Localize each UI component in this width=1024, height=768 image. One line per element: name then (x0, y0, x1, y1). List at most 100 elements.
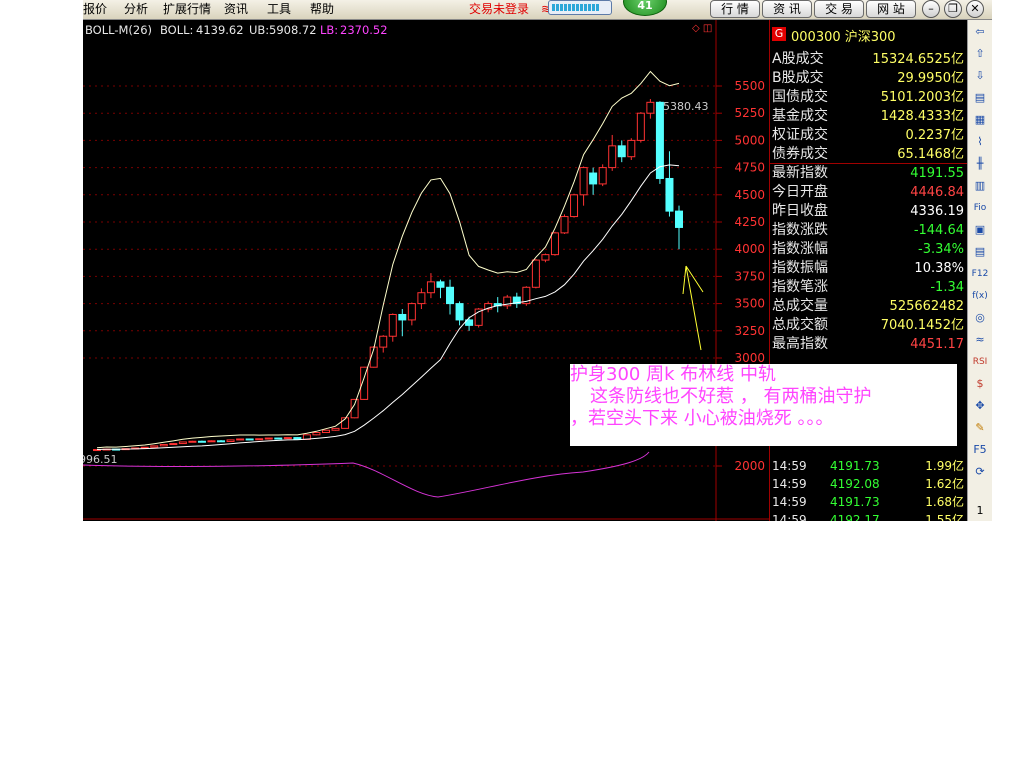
close-icon[interactable]: ✕ (966, 0, 984, 18)
quote-row-label: 总成交量 (772, 298, 828, 314)
nav-trade-button[interactable]: 交 易 (814, 0, 864, 18)
quote-row: 指数涨跌 -144.64 (772, 221, 964, 240)
up-arrow-icon[interactable]: ⇧ (971, 46, 989, 62)
market-badge: G (772, 27, 786, 41)
f5-icon[interactable]: F5 (971, 442, 989, 458)
candle-body (426, 281, 435, 294)
candle-body (236, 438, 245, 441)
back-arrow-icon[interactable]: ⇦ (971, 24, 989, 40)
grid-icon[interactable]: ▥ (971, 178, 989, 194)
candle-body (455, 303, 464, 321)
quote-row-label: 最高指数 (772, 336, 828, 352)
candle-body (617, 145, 626, 158)
toolbar-page-number: 1 (976, 504, 984, 517)
list-icon[interactable]: ▤ (971, 90, 989, 106)
price-tick-label: 2000 (734, 459, 765, 473)
quote-row: A股成交 15324.6525亿 (772, 50, 964, 69)
menu-quote[interactable]: 报价 (83, 1, 107, 17)
circle-icon[interactable]: ◎ (971, 310, 989, 326)
candle-body (541, 254, 550, 261)
tick-vol: 1.55亿 (925, 513, 964, 521)
quote-row: 国债成交 5101.2003亿 (772, 88, 964, 107)
fx-icon[interactable]: f(x) (971, 288, 989, 304)
tick-time: 14:59 (772, 477, 807, 491)
line-chart-icon[interactable]: ⌇ (971, 134, 989, 150)
move-icon[interactable]: ✥ (971, 398, 989, 414)
quote-row: 今日开盘 4446.84 (772, 183, 964, 202)
ub-label: UB: (249, 23, 270, 37)
quote-separator (769, 163, 967, 164)
rsi-icon[interactable]: RSI (971, 354, 989, 370)
tick-vol: 1.99亿 (925, 459, 964, 473)
ub-value: 5908.72 (269, 23, 317, 37)
tick-vol: 1.68亿 (925, 495, 964, 509)
quote-row-value: 525662482 (889, 299, 964, 314)
nav-quote-button[interactable]: 行 情 (710, 0, 760, 18)
f12-icon[interactable]: F12 (971, 266, 989, 282)
candle-icon[interactable]: ╫ (971, 156, 989, 172)
security-title[interactable]: 000300 沪深300 (791, 26, 896, 45)
quote-row: 总成交量 525662482 (772, 297, 964, 316)
quote-row-value: -144.64 (913, 223, 964, 238)
annotation-note: 护身300 周k 布林线 中轨 这条防线也不好惹 ， 有两桶油守护 ，若空头下来… (570, 364, 957, 446)
menu-analysis[interactable]: 分析 (124, 1, 148, 17)
candle-body (264, 437, 273, 440)
table-icon[interactable]: ▦ (971, 112, 989, 128)
trade-login-status[interactable]: 交易未登录 (469, 1, 529, 17)
note-line-1: 护身300 周k 布林线 中轨 (570, 364, 776, 385)
menu-bar: 报价 分析 扩展行情 资讯 工具 帮助 交易未登录 ≋ 41 行 情 资 讯 交… (83, 0, 992, 20)
quote-row-value: 10.38% (914, 261, 964, 276)
connection-progress (548, 0, 612, 15)
down-arrow-icon[interactable]: ⇩ (971, 68, 989, 84)
candle-body (446, 286, 455, 305)
pencil-icon[interactable]: ✎ (971, 420, 989, 436)
info-icon[interactable]: ▣ (971, 222, 989, 238)
quote-row-label: 指数涨跌 (772, 222, 828, 238)
menu-tools[interactable]: 工具 (267, 1, 291, 17)
restore-icon[interactable]: ❐ (944, 0, 962, 18)
menu-help[interactable]: 帮助 (310, 1, 334, 17)
note-icon[interactable]: ▤ (971, 244, 989, 260)
f10-icon[interactable]: Fio (971, 200, 989, 216)
indicator-name: BOLL-M(26) (85, 23, 153, 37)
candle-body (579, 167, 588, 196)
candle-body (646, 101, 655, 114)
price-tick-label: 5000 (734, 133, 765, 147)
candle-body (570, 194, 579, 218)
candle-body (627, 139, 636, 158)
quote-row: 权证成交 0.2237亿 (772, 126, 964, 145)
boll-label: BOLL: (160, 23, 194, 37)
high-price-label: 5380.43 (663, 100, 709, 113)
quote-row-label: 债券成交 (772, 146, 828, 162)
quote-row: 最新指数 4191.55 (772, 164, 964, 183)
quote-row-label: B股成交 (772, 70, 824, 86)
quote-row-value: 4446.84 (910, 185, 964, 200)
tick-time: 14:59 (772, 495, 807, 509)
dollar-icon[interactable]: $ (971, 376, 989, 392)
note-line-3: ，若空头下来 小心被油烧死 。。。 (570, 408, 834, 429)
lb-value: 2370.52 (340, 23, 388, 37)
refresh-icon[interactable]: ⟳ (971, 464, 989, 480)
quote-row: 昨日收盘 4336.19 (772, 202, 964, 221)
price-tick-label: 4750 (734, 161, 765, 175)
nav-news-button[interactable]: 资 讯 (762, 0, 812, 18)
nav-website-button[interactable]: 网 站 (866, 0, 916, 18)
tick-row: 14:59 4191.73 1.68亿 (772, 493, 964, 511)
candle-body (274, 437, 283, 440)
wave-icon[interactable]: ≈ (971, 332, 989, 348)
candle-body (312, 432, 321, 436)
menu-extended-quote[interactable]: 扩展行情 (163, 1, 211, 17)
quote-row-value: 4191.55 (910, 166, 964, 181)
candle-body (169, 443, 178, 446)
candle-body (665, 177, 674, 212)
menu-news[interactable]: 资讯 (224, 1, 248, 17)
quote-row: 最高指数 4451.17 (772, 335, 964, 354)
price-tick-label: 3750 (734, 269, 765, 283)
lower-indicator-line (83, 451, 650, 498)
quote-row-label: 国债成交 (772, 89, 828, 105)
minimize-icon[interactable]: – (922, 0, 940, 18)
candle-body (379, 335, 388, 348)
connection-progress-fill (552, 4, 600, 11)
quote-row-value: 5101.2003亿 (880, 90, 964, 105)
notification-badge[interactable]: 41 (623, 0, 667, 16)
